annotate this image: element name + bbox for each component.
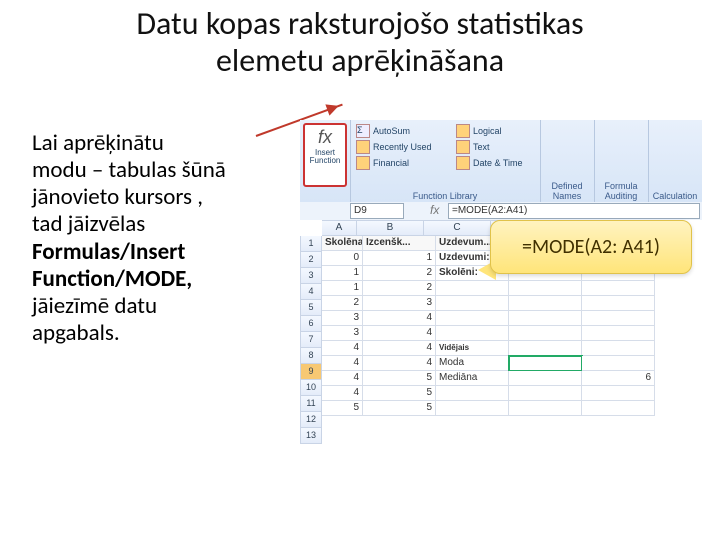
text-button[interactable]: Text: [454, 139, 525, 155]
row-header[interactable]: 3: [300, 268, 322, 284]
cell[interactable]: 2: [363, 281, 436, 296]
col-header[interactable]: C: [424, 220, 491, 236]
col-header[interactable]: B: [357, 220, 424, 236]
row-header[interactable]: 13: [300, 428, 322, 444]
financial-button[interactable]: Financial: [354, 155, 434, 171]
row-header[interactable]: 4: [300, 284, 322, 300]
cell[interactable]: [509, 326, 582, 341]
cell[interactable]: [509, 386, 582, 401]
row-headers: 1 2 3 4 5 6 7 8 9 10 11 12 13: [300, 236, 322, 444]
cell[interactable]: [509, 371, 582, 386]
cell[interactable]: [509, 356, 582, 371]
cell[interactable]: [436, 326, 509, 341]
text-icon: [456, 140, 470, 154]
formula-callout: =MODE(A2: A41): [490, 220, 692, 274]
cell[interactable]: 3: [363, 296, 436, 311]
cell[interactable]: 4: [363, 356, 436, 371]
group-label: Calculation: [648, 191, 702, 201]
cell[interactable]: 2: [363, 266, 436, 281]
cell[interactable]: 6: [582, 371, 655, 386]
cell[interactable]: Skolēna...: [322, 236, 363, 251]
row-header[interactable]: 1: [300, 236, 322, 252]
cell[interactable]: [436, 281, 509, 296]
cell[interactable]: [436, 296, 509, 311]
cell[interactable]: [582, 326, 655, 341]
row-header[interactable]: 6: [300, 316, 322, 332]
formula-input[interactable]: =MODE(A2:A41): [448, 203, 700, 219]
cell[interactable]: [509, 341, 582, 356]
group-label: Function Library: [350, 191, 540, 201]
cell[interactable]: 4: [363, 311, 436, 326]
cell[interactable]: 4: [322, 386, 363, 401]
cell[interactable]: [509, 281, 582, 296]
cell[interactable]: 1: [363, 251, 436, 266]
ribbon: fx InsertFunction ΣAutoSum Recently Used…: [300, 120, 702, 203]
name-box[interactable]: D9: [350, 203, 404, 219]
cell[interactable]: [582, 341, 655, 356]
group-label: Formula Auditing: [594, 181, 648, 201]
cell[interactable]: 5: [363, 386, 436, 401]
fx-icon: fx: [305, 127, 345, 148]
cell[interactable]: 4: [322, 356, 363, 371]
clock-icon: [456, 156, 470, 170]
cell[interactable]: Izcenšk...: [363, 236, 436, 251]
cell[interactable]: 3: [322, 326, 363, 341]
group-label: Defined Names: [540, 181, 594, 201]
money-icon: [356, 156, 370, 170]
row-header[interactable]: 12: [300, 412, 322, 428]
cell[interactable]: 0: [322, 251, 363, 266]
cell[interactable]: 5: [363, 401, 436, 416]
body-paragraph: Lai aprēķinātu modu – tabulas šūnā jānov…: [32, 130, 297, 347]
cell[interactable]: [436, 401, 509, 416]
cell[interactable]: [509, 296, 582, 311]
row-header[interactable]: 5: [300, 300, 322, 316]
cell[interactable]: 2: [322, 296, 363, 311]
insert-function-button[interactable]: fx InsertFunction: [303, 123, 347, 187]
cell[interactable]: 4: [322, 371, 363, 386]
row-header[interactable]: 8: [300, 348, 322, 364]
cell[interactable]: [582, 401, 655, 416]
row-header[interactable]: 7: [300, 332, 322, 348]
row-header[interactable]: 9: [300, 364, 322, 380]
cell[interactable]: 4: [363, 326, 436, 341]
slide-title: Datu kopas raksturojošo statistikaseleme…: [0, 6, 720, 80]
cell[interactable]: [582, 311, 655, 326]
cell[interactable]: Moda: [436, 356, 509, 371]
col-header[interactable]: A: [322, 220, 357, 236]
cell[interactable]: 3: [322, 311, 363, 326]
excel-screenshot: fx InsertFunction ΣAutoSum Recently Used…: [300, 120, 702, 450]
cell[interactable]: 5: [363, 371, 436, 386]
formula-bar: D9 fx =MODE(A2:A41): [300, 202, 702, 221]
logic-icon: [456, 124, 470, 138]
row-header[interactable]: 11: [300, 396, 322, 412]
row-header[interactable]: 2: [300, 252, 322, 268]
row-header[interactable]: 10: [300, 380, 322, 396]
star-icon: [356, 140, 370, 154]
cell[interactable]: [436, 386, 509, 401]
cell[interactable]: [582, 386, 655, 401]
recently-used-button[interactable]: Recently Used: [354, 139, 434, 155]
cell[interactable]: [509, 401, 582, 416]
cell[interactable]: Mediāna: [436, 371, 509, 386]
sigma-icon: Σ: [356, 124, 370, 138]
cell[interactable]: [582, 356, 655, 371]
cell[interactable]: 5: [322, 401, 363, 416]
cell[interactable]: Vidējais aritmētiskais: [436, 341, 509, 356]
cell[interactable]: [436, 311, 509, 326]
cell[interactable]: 1: [322, 281, 363, 296]
cell[interactable]: 4: [363, 341, 436, 356]
autosum-button[interactable]: ΣAutoSum: [354, 123, 434, 139]
datetime-button[interactable]: Date & Time: [454, 155, 525, 171]
logical-button[interactable]: Logical: [454, 123, 525, 139]
cell[interactable]: [509, 311, 582, 326]
cell[interactable]: [582, 296, 655, 311]
cell[interactable]: 1: [322, 266, 363, 281]
cell[interactable]: [582, 281, 655, 296]
cell[interactable]: 4: [322, 341, 363, 356]
fx-label-icon[interactable]: fx: [430, 203, 439, 217]
